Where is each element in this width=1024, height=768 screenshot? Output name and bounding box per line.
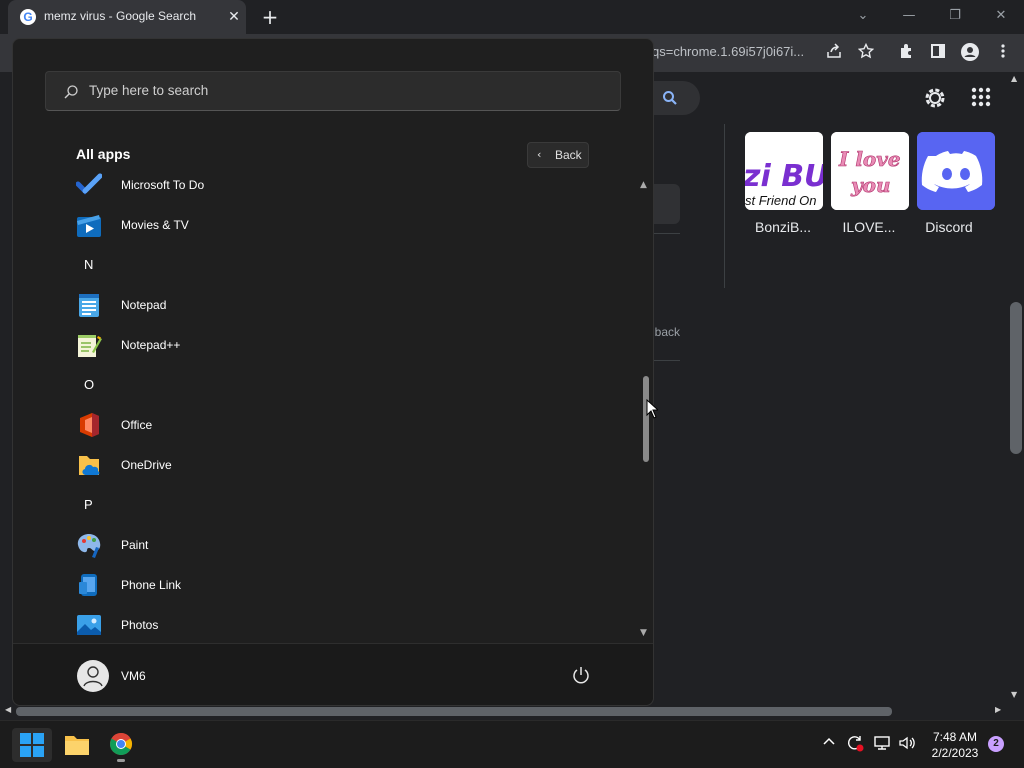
start-scroll-down-icon[interactable]: ▼ xyxy=(640,628,647,638)
back-button[interactable]: ‹ Back xyxy=(527,142,589,168)
start-search-box[interactable]: Type here to search xyxy=(45,71,621,111)
letter-header-n[interactable]: N xyxy=(64,248,624,284)
google-search-button[interactable] xyxy=(652,81,700,115)
scroll-right-arrow-icon[interactable]: ▶ xyxy=(995,705,1001,714)
side-panel-icon[interactable] xyxy=(928,43,948,63)
chrome-icon xyxy=(110,733,132,755)
scroll-left-arrow-icon[interactable]: ◀ xyxy=(5,705,11,714)
app-item-notepad-plus-plus[interactable]: Notepad++ xyxy=(64,328,624,364)
clock-time: 7:48 AM xyxy=(932,730,978,744)
windows-logo-icon xyxy=(20,733,44,757)
app-item-phone-link[interactable]: Phone Link xyxy=(64,568,624,604)
divider xyxy=(724,124,725,288)
tile-label: ILOVE... xyxy=(842,219,896,235)
file-explorer-button[interactable] xyxy=(57,728,97,762)
movies-tv-icon xyxy=(76,212,102,238)
letter-header-p[interactable]: P xyxy=(64,488,624,524)
taskbar-clock[interactable]: 7:48 AM 2/2/2023 xyxy=(926,729,984,761)
tile-label: Discord xyxy=(925,219,973,235)
svg-text:I love: I love xyxy=(838,147,901,171)
restore-button[interactable]: ❐ xyxy=(945,6,965,26)
letter-header-o[interactable]: O xyxy=(64,368,624,404)
app-item-microsoft-to-do[interactable]: Microsoft To Do xyxy=(64,168,624,204)
profile-icon[interactable] xyxy=(960,43,980,63)
notepad-plus-plus-icon xyxy=(76,332,102,358)
update-alert-icon[interactable] xyxy=(846,734,864,756)
notification-badge[interactable]: 2 xyxy=(988,736,1004,752)
taskbar xyxy=(0,720,1024,768)
svg-text:st Friend On: st Friend On xyxy=(745,193,817,208)
search-icon xyxy=(64,85,78,99)
mouse-pointer-icon xyxy=(646,398,660,423)
discord-image-tile[interactable] xyxy=(917,132,995,210)
page-scroll-thumb[interactable] xyxy=(1010,302,1022,454)
folder-icon xyxy=(65,736,89,755)
extensions-icon[interactable] xyxy=(896,43,916,63)
user-avatar-icon[interactable] xyxy=(77,660,109,692)
office-icon xyxy=(76,412,102,438)
svg-text:you: you xyxy=(850,173,891,197)
app-item-notepad[interactable]: Notepad xyxy=(64,288,624,324)
start-scroll-up-icon[interactable]: ▲ xyxy=(640,180,647,190)
chrome-taskbar-button[interactable] xyxy=(101,728,141,762)
feedback-link[interactable]: lback xyxy=(652,325,680,339)
running-indicator xyxy=(117,759,125,762)
network-icon[interactable] xyxy=(873,734,891,756)
app-item-onedrive[interactable]: OneDrive xyxy=(64,448,624,484)
app-item-office[interactable]: Office xyxy=(64,408,624,444)
photos-icon xyxy=(76,612,102,638)
all-apps-heading: All apps xyxy=(76,146,131,162)
horizontal-scroll-thumb[interactable] xyxy=(16,707,892,716)
start-footer xyxy=(13,643,653,705)
chevron-up-icon[interactable] xyxy=(822,734,836,752)
clock-date: 2/2/2023 xyxy=(931,746,979,760)
address-bar-url[interactable]: qs=chrome.1.69i57j0i67i... xyxy=(652,44,804,59)
phone-link-icon xyxy=(76,572,102,598)
chevron-left-icon: ‹ xyxy=(537,148,542,161)
tile-label: BonziB... xyxy=(754,219,812,235)
onedrive-icon xyxy=(76,452,102,478)
notepad-icon xyxy=(76,292,102,318)
divider xyxy=(652,360,680,361)
start-button[interactable] xyxy=(12,728,52,762)
google-apps-icon[interactable] xyxy=(970,86,994,110)
todo-icon xyxy=(75,172,103,198)
bonzi-image-tile[interactable]: zi BU st Friend On xyxy=(745,132,823,210)
volume-icon[interactable] xyxy=(898,734,916,756)
power-icon[interactable] xyxy=(570,665,592,687)
browser-tab[interactable]: G memz virus - Google Search ✕ xyxy=(8,0,246,34)
chrome-menu-icon[interactable] xyxy=(993,43,1013,63)
svg-text:zi BU: zi BU xyxy=(745,159,823,194)
scroll-up-arrow-icon[interactable]: ▲ xyxy=(1011,74,1017,83)
all-apps-list: Microsoft To Do Movies & TV N Notepad No… xyxy=(64,168,624,642)
minimize-button[interactable]: — xyxy=(899,6,919,26)
scroll-down-arrow-icon[interactable]: ▼ xyxy=(1011,690,1017,699)
tab-close-icon[interactable]: ✕ xyxy=(226,9,242,25)
google-favicon-icon: G xyxy=(20,9,36,25)
app-item-movies-tv[interactable]: Movies & TV xyxy=(64,208,624,244)
app-item-paint[interactable]: Paint xyxy=(64,528,624,564)
bookmark-star-icon[interactable] xyxy=(856,42,876,63)
partial-card xyxy=(652,184,680,224)
app-item-photos[interactable]: Photos xyxy=(64,608,624,642)
tab-search-button[interactable]: ⌄ xyxy=(853,6,873,26)
share-icon[interactable] xyxy=(824,43,844,63)
tab-title: memz virus - Google Search xyxy=(44,9,197,23)
new-tab-button[interactable]: + xyxy=(260,7,280,27)
settings-gear-icon[interactable] xyxy=(923,86,947,110)
paint-icon xyxy=(76,532,102,558)
i-love-you-image-tile[interactable]: I love you xyxy=(831,132,909,210)
close-window-button[interactable]: ✕ xyxy=(991,6,1011,26)
search-placeholder: Type here to search xyxy=(89,83,209,98)
chrome-tab-strip: G memz virus - Google Search ✕ + ⌄ — ❐ ✕ xyxy=(0,0,1024,34)
user-name[interactable]: VM6 xyxy=(121,669,146,683)
divider xyxy=(652,233,680,234)
